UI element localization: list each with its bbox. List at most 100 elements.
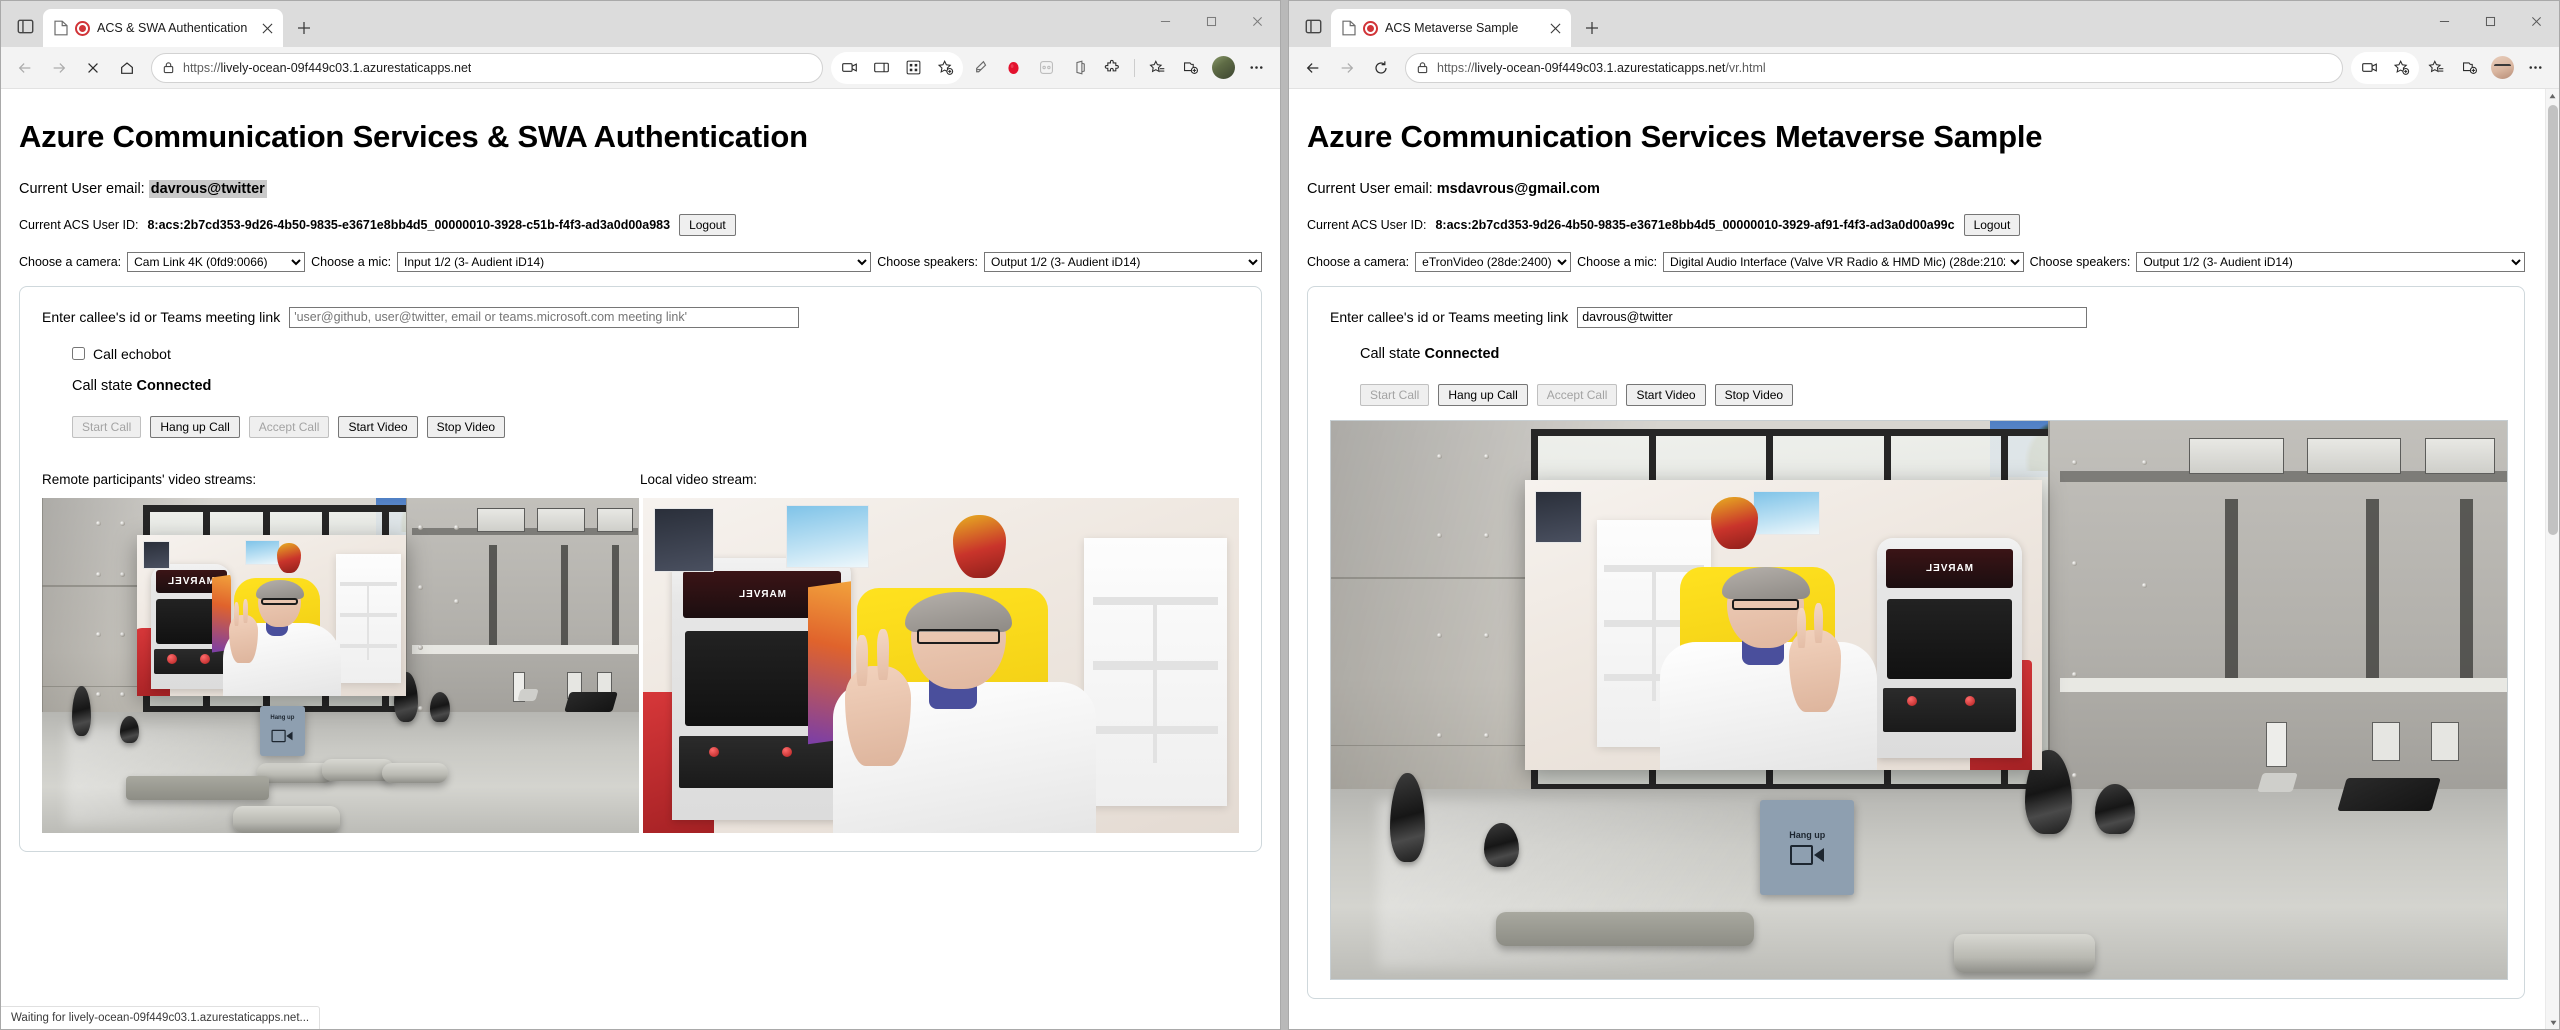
vr-hangup-label: Hang up: [270, 715, 295, 722]
window-controls-right: [2421, 1, 2559, 41]
scrollbar-thumb[interactable]: [2548, 105, 2558, 535]
echobot-label: Call echobot: [93, 345, 171, 362]
speakers-select[interactable]: Output 1/2 (3- Audient iD14): [984, 251, 1262, 272]
favorites-list-icon[interactable]: [1141, 52, 1173, 84]
stop-video-button[interactable]: Stop Video: [1714, 383, 1794, 407]
screencast-icon[interactable]: [2353, 52, 2385, 84]
speakers-select[interactable]: Output 1/2 (3- Audient iD14): [2136, 251, 2525, 272]
refresh-icon[interactable]: [1365, 52, 1397, 84]
mic-select[interactable]: Digital Audio Interface (Valve VR Radio …: [1663, 251, 2024, 272]
call-state-row: Call state Connected: [1360, 346, 2502, 362]
toolbar-icons-right: [2351, 51, 2551, 84]
page-title: Azure Communication Services Metaverse S…: [1307, 119, 2043, 154]
logout-button[interactable]: Logout: [1963, 213, 2021, 236]
vr-hangup-label: Hang up: [1789, 830, 1826, 841]
local-video-stream[interactable]: MARVEL: [642, 498, 1239, 834]
browser-window-left: ACS & SWA Authentication https://lively-…: [0, 0, 1281, 1030]
settings-more-icon[interactable]: [1240, 52, 1272, 84]
accept-call-button[interactable]: Accept Call: [248, 415, 330, 439]
new-tab-button[interactable]: [1577, 13, 1607, 43]
call-state-label: Call state: [1360, 345, 1421, 362]
screencast-icon[interactable]: [833, 52, 865, 84]
echobot-row: Call echobot: [72, 346, 1239, 362]
profile-avatar[interactable]: [2486, 52, 2518, 84]
callee-label: Enter callee's id or Teams meeting link: [1330, 309, 1569, 326]
settings-more-icon[interactable]: [2519, 52, 2551, 84]
video-camera-icon: [271, 730, 293, 743]
vr-lobby-scene: MARVEL Hang up: [1331, 421, 2507, 980]
start-call-button[interactable]: Start Call: [72, 415, 142, 439]
add-favorite-icon[interactable]: [2385, 52, 2417, 84]
forward-icon[interactable]: [43, 52, 75, 84]
page-scrollbar[interactable]: [2545, 89, 2559, 1029]
browser-essentials-icon[interactable]: [2453, 52, 2485, 84]
local-webcam-view: MARVEL: [642, 498, 1239, 834]
video-camera-icon: [1790, 845, 1825, 866]
remote-streams-label: Remote participants' video streams:: [42, 472, 257, 488]
camera-select[interactable]: eTronVideo (28de:2400): [1415, 251, 1572, 272]
toolbar-pill-left: [831, 51, 963, 84]
games-icon[interactable]: [1030, 52, 1062, 84]
drop-red-icon[interactable]: [997, 52, 1029, 84]
start-video-button[interactable]: Start Video: [338, 415, 418, 439]
speakers-label: Choose speakers:: [2029, 254, 2131, 269]
tab-search-icon[interactable]: [1295, 8, 1331, 44]
navigation-bar-left: https://lively-ocean-09f449c03.1.azurest…: [1, 47, 1280, 89]
minimize-button[interactable]: [1142, 1, 1188, 41]
split-screen-icon[interactable]: [865, 52, 897, 84]
close-button[interactable]: [1234, 1, 1280, 41]
lock-icon: [162, 61, 175, 74]
mic-select[interactable]: Input 1/2 (3- Audient iD14): [397, 251, 872, 272]
callee-input[interactable]: [289, 306, 800, 328]
new-tab-button[interactable]: [289, 13, 319, 43]
hang-up-call-button[interactable]: Hang up Call: [150, 415, 240, 439]
callee-row: Enter callee's id or Teams meeting link: [42, 306, 1239, 328]
close-button[interactable]: [2513, 1, 2559, 41]
start-video-button[interactable]: Start Video: [1626, 383, 1706, 407]
maximize-button[interactable]: [1188, 1, 1234, 41]
remote-video-stream[interactable]: MARVEL Hang up: [42, 498, 639, 834]
callee-input[interactable]: [1577, 306, 2088, 328]
add-favorite-icon[interactable]: [929, 52, 961, 84]
maximize-button[interactable]: [2467, 1, 2513, 41]
vr-hangup-panel[interactable]: Hang up: [259, 705, 306, 756]
browser-window-right: ACS Metaverse Sample https://lively-ocea…: [1288, 0, 2560, 1030]
tab-close-icon[interactable]: [1545, 18, 1565, 38]
accept-call-button[interactable]: Accept Call: [1536, 383, 1618, 407]
address-bar-left[interactable]: https://lively-ocean-09f449c03.1.azurest…: [151, 52, 823, 83]
scroll-down-arrow[interactable]: [2546, 1015, 2559, 1029]
call-card: Enter callee's id or Teams meeting link …: [19, 285, 1262, 853]
back-icon[interactable]: [9, 52, 41, 84]
address-bar-right[interactable]: https://lively-ocean-09f449c03.1.azurest…: [1405, 52, 2343, 83]
stop-loading-icon[interactable]: [77, 52, 109, 84]
start-call-button[interactable]: Start Call: [1360, 383, 1430, 407]
device-selection-row: Choose a camera: eTronVideo (28de:2400) …: [1307, 251, 2525, 272]
scroll-up-arrow[interactable]: [2546, 89, 2559, 103]
favorites-list-icon[interactable]: [2420, 52, 2452, 84]
tab-close-icon[interactable]: [257, 18, 277, 38]
vr-hangup-panel[interactable]: Hang up: [1760, 800, 1855, 896]
extensions-icon[interactable]: [1096, 52, 1128, 84]
tab-strip-left: ACS & SWA Authentication: [1, 1, 1280, 47]
collections-pen-icon[interactable]: [964, 52, 996, 84]
minimize-button[interactable]: [2421, 1, 2467, 41]
page-favicon-icon: [1342, 20, 1356, 36]
browser-tab[interactable]: ACS Metaverse Sample: [1331, 9, 1571, 47]
stop-video-button[interactable]: Stop Video: [426, 415, 506, 439]
browser-essentials-icon[interactable]: [1174, 52, 1206, 84]
office-icon[interactable]: [1063, 52, 1095, 84]
browser-tab[interactable]: ACS & SWA Authentication: [43, 9, 283, 47]
profile-avatar[interactable]: [1207, 52, 1239, 84]
home-icon[interactable]: [111, 52, 143, 84]
logout-button[interactable]: Logout: [679, 213, 736, 236]
camera-select[interactable]: Cam Link 4K (0fd9:0066): [127, 251, 306, 272]
toolbar-divider: [1134, 58, 1135, 77]
hang-up-call-button[interactable]: Hang up Call: [1438, 383, 1528, 407]
tab-search-icon[interactable]: [7, 8, 43, 44]
echobot-checkbox[interactable]: [72, 347, 85, 361]
vr-canvas[interactable]: MARVEL Hang up: [1330, 420, 2508, 981]
apps-grid-icon[interactable]: [897, 52, 929, 84]
forward-icon[interactable]: [1331, 52, 1363, 84]
back-icon[interactable]: [1297, 52, 1329, 84]
call-buttons-row: Start Call Hang up Call Accept Call Star…: [72, 415, 1239, 439]
